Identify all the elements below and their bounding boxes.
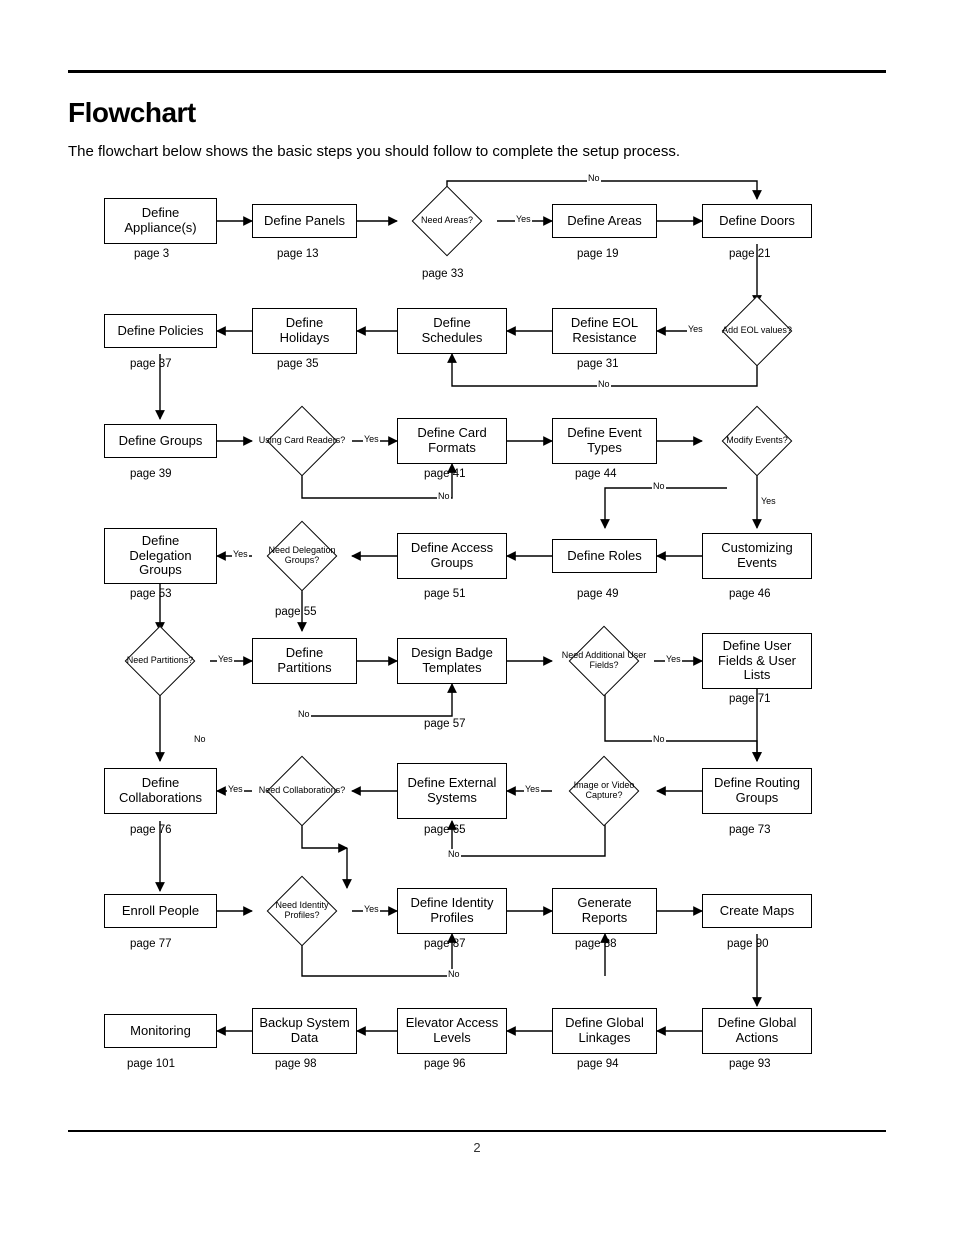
edge-label: Yes (665, 654, 682, 664)
node-define-card-formats: Define Card Formats (397, 418, 507, 464)
edge-label: Yes (524, 784, 541, 794)
node-define-areas: Define Areas (552, 204, 657, 238)
node-define-appliances: Define Appliance(s) (104, 198, 217, 244)
node-define-holidays: Define Holidays (252, 308, 357, 354)
edge-label: Yes (760, 496, 777, 506)
node-define-doors: Define Doors (702, 204, 812, 238)
edge-label: No (597, 379, 611, 389)
bottom-rule (68, 1130, 886, 1132)
edge-label: Yes (687, 324, 704, 334)
pageref: page 90 (727, 938, 769, 950)
node-create-maps: Create Maps (702, 894, 812, 928)
pageref: page 35 (277, 358, 319, 370)
node-define-partitions: Define Partitions (252, 638, 357, 684)
node-define-external-systems: Define External Systems (397, 763, 507, 819)
top-rule (68, 70, 886, 73)
pageref: page 93 (729, 1058, 771, 1070)
node-backup-system-data: Backup System Data (252, 1008, 357, 1054)
pageref: page 31 (577, 358, 619, 370)
node-define-schedules: Define Schedules (397, 308, 507, 354)
pageref: page 13 (277, 248, 319, 260)
flowchart: Define Appliance(s) Define Panels Need A… (97, 176, 857, 1106)
pageref: page 19 (577, 248, 619, 260)
pageref: page 94 (577, 1058, 619, 1070)
node-define-global-linkages: Define Global Linkages (552, 1008, 657, 1054)
decision-need-identity: Need Identity Profiles? (252, 884, 352, 938)
node-define-eol-resistance: Define EOL Resistance (552, 308, 657, 354)
decision-image-video: Image or Video Capture? (554, 764, 654, 818)
node-define-roles: Define Roles (552, 539, 657, 573)
edge-label: Yes (232, 549, 249, 559)
decision-need-user-fields: Need Additional User Fields? (554, 634, 654, 688)
node-define-identity-profiles: Define Identity Profiles (397, 888, 507, 934)
node-customizing-events: Customizing Events (702, 533, 812, 579)
pageref: page 101 (127, 1058, 175, 1070)
pageref: page 3 (134, 248, 169, 260)
edge-label: Yes (363, 434, 380, 444)
pageref: page 21 (729, 248, 771, 260)
pageref: page 71 (729, 693, 771, 705)
pageref: page 77 (130, 938, 172, 950)
pageref: page 41 (424, 468, 466, 480)
page-title: Flowchart (68, 97, 886, 129)
node-define-user-fields: Define User Fields & User Lists (702, 633, 812, 689)
decision-add-eol: Add EOL values? (707, 304, 807, 358)
node-define-collaborations: Define Collaborations (104, 768, 217, 814)
edge-label: Yes (363, 904, 380, 914)
edge-label: No (447, 849, 461, 859)
pageref: page 39 (130, 468, 172, 480)
node-define-delegation-groups: Define Delegation Groups (104, 528, 217, 584)
intro-text: The flowchart below shows the basic step… (68, 143, 886, 160)
node-define-event-types: Define Event Types (552, 418, 657, 464)
pageref: page 88 (575, 938, 617, 950)
node-generate-reports: Generate Reports (552, 888, 657, 934)
pageref: page 49 (577, 588, 619, 600)
pageref: page 87 (424, 938, 466, 950)
decision-need-areas: Need Areas? (397, 194, 497, 248)
pageref: page 98 (275, 1058, 317, 1070)
edge-label: No (437, 491, 451, 501)
decision-need-partitions: Need Partitions? (110, 634, 210, 688)
pageref: page 44 (575, 468, 617, 480)
edge-label: No (297, 709, 311, 719)
node-design-badge-templates: Design Badge Templates (397, 638, 507, 684)
pageref: page 73 (729, 824, 771, 836)
node-enroll-people: Enroll People (104, 894, 217, 928)
decision-modify-events: Modify Events? (707, 414, 807, 468)
decision-need-collaborations: Need Collaborations? (252, 764, 352, 818)
node-define-policies: Define Policies (104, 314, 217, 348)
node-define-panels: Define Panels (252, 204, 357, 238)
decision-need-delegation: Need Delegation Groups? (252, 529, 352, 583)
edge-label: No (652, 481, 666, 491)
node-define-global-actions: Define Global Actions (702, 1008, 812, 1054)
edge-label: No (447, 969, 461, 979)
node-define-routing-groups: Define Routing Groups (702, 768, 812, 814)
edge-label: Yes (227, 784, 244, 794)
edge-label: Yes (515, 214, 532, 224)
pageref: page 46 (729, 588, 771, 600)
node-monitoring: Monitoring (104, 1014, 217, 1048)
pageref: page 51 (424, 588, 466, 600)
decision-card-readers: Using Card Readers? (252, 414, 352, 468)
edge-label: No (193, 734, 207, 744)
page-number: 2 (68, 1140, 886, 1155)
pageref: page 65 (424, 824, 466, 836)
edge-label: Yes (217, 654, 234, 664)
pageref: page 33 (422, 268, 464, 280)
node-define-groups: Define Groups (104, 424, 217, 458)
document-page: Flowchart The flowchart below shows the … (0, 0, 954, 1185)
pageref: page 37 (130, 358, 172, 370)
node-define-access-groups: Define Access Groups (397, 533, 507, 579)
node-elevator-access-levels: Elevator Access Levels (397, 1008, 507, 1054)
pageref: page 55 (275, 606, 317, 618)
pageref: page 53 (130, 588, 172, 600)
pageref: page 96 (424, 1058, 466, 1070)
edge-label: No (587, 173, 601, 183)
edge-label: No (652, 734, 666, 744)
pageref: page 76 (130, 824, 172, 836)
pageref: page 57 (424, 718, 466, 730)
